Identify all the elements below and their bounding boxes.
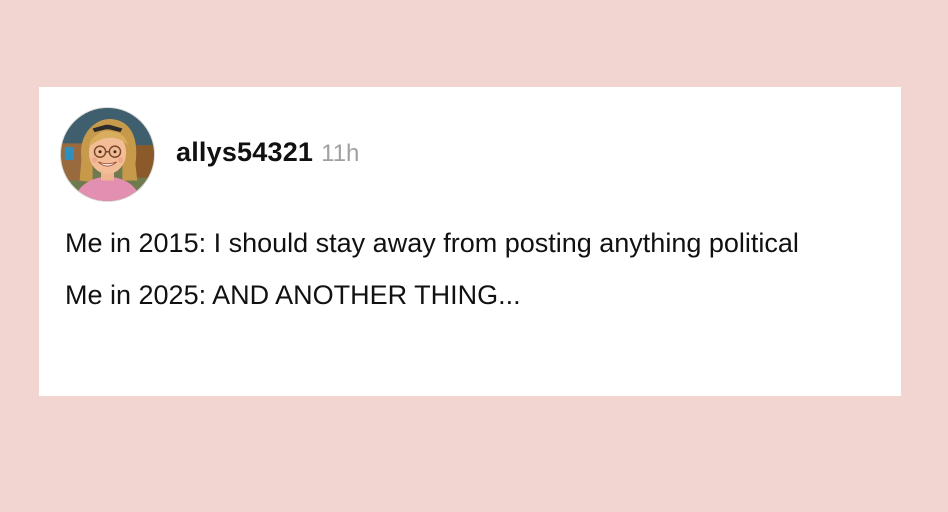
username-link[interactable]: allys54321 [176,137,313,168]
post-text-line: Me in 2025: AND ANOTHER THING... [65,280,521,310]
avatar[interactable] [60,107,155,202]
avatar-image [61,108,154,201]
post-header: allys54321 11h [176,137,359,177]
post-card: allys54321 11h Me in 2015: I should stay… [39,87,901,396]
post-text-line: Me in 2015: I should stay away from post… [65,228,799,258]
post-body: Me in 2015: I should stay away from post… [65,223,865,316]
post-timestamp[interactable]: 11h [321,140,359,168]
